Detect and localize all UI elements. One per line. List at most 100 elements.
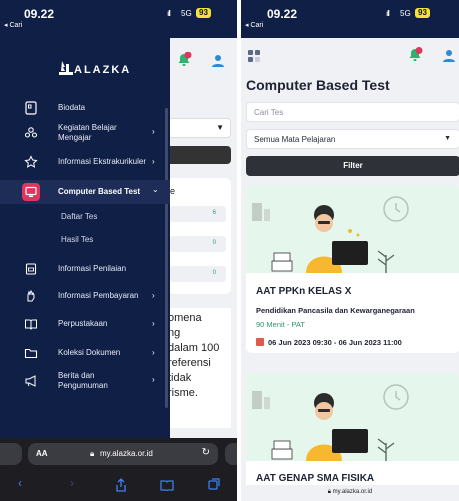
url-text: my.alazka.or.id xyxy=(100,449,153,458)
chevron-right-icon: › xyxy=(152,157,155,166)
menu-item-koleksi-dokumen[interactable]: Koleksi Dokumen › xyxy=(0,343,170,363)
text-line: omena xyxy=(168,312,202,324)
menu-item-kegiatan-belajar-mengajar[interactable]: Kegiatan Belajar Mengajar › xyxy=(0,120,170,146)
test-card[interactable]: AAT GENAP SMA FISIKA xyxy=(246,373,459,501)
book-icon xyxy=(25,319,37,330)
menu-item-label: Berita dan Pengumuman xyxy=(58,371,108,390)
id-card-icon xyxy=(25,101,37,115)
menu-item-label: Kegiatan Belajar Mengajar xyxy=(58,123,117,142)
folder-icon xyxy=(24,348,38,359)
menu-item-informasi-ekstrakurikuler[interactable]: Informasi Ekstrakurikuler › xyxy=(0,152,170,172)
menu-item-label: Biodata xyxy=(58,103,86,112)
background-button xyxy=(166,146,231,164)
bell-icon[interactable] xyxy=(407,47,423,63)
avatar[interactable] xyxy=(443,49,455,63)
network-label: 5G xyxy=(400,9,411,18)
subject-select[interactable]: Semua Mata Pelajaran ▼ xyxy=(246,129,459,149)
menu-item-berita-dan-pengumuman[interactable]: Berita dan Pengumuman › xyxy=(0,368,170,394)
chevron-down-icon: ⌄ xyxy=(152,185,159,194)
menu-item-informasi-pembayaran[interactable]: Informasi Pembayaran › xyxy=(0,286,170,306)
network-label: 5G xyxy=(181,9,192,18)
lock-icon: 🔒︎ xyxy=(90,449,95,458)
alazka-logo-icon xyxy=(59,61,73,75)
test-duration: 90 Menit - PAT xyxy=(256,320,305,329)
browser-toolbar: AA 🔒︎ my.alazka.or.id ↻ ‹ › xyxy=(0,438,237,501)
left-phone-screen: 09.22 ◂ Cari ıll 5G 93 ▼ e 6 0 0 omena n… xyxy=(0,0,237,501)
signal-icon: ıll xyxy=(167,9,171,18)
status-bar: 09.22 ◂ Cari ıll 5G 93 xyxy=(0,0,237,38)
stat-row: 0 xyxy=(170,236,226,252)
back-to-search-link[interactable]: ◂ Cari xyxy=(4,21,22,29)
menu-grid-icon[interactable] xyxy=(248,50,261,63)
status-time: 09.22 xyxy=(24,7,55,21)
menu-item-label: Koleksi Dokumen xyxy=(58,348,121,357)
text-line: risme. xyxy=(168,387,198,399)
people-icon xyxy=(24,127,38,138)
app-header xyxy=(241,38,459,70)
battery-icon: 93 xyxy=(196,8,211,18)
background-text-card: omena ng dalam 100 referensi tidak risme… xyxy=(166,308,231,428)
reload-icon[interactable]: ↻ xyxy=(202,447,210,458)
notification-button[interactable] xyxy=(176,51,192,73)
background-stat-card: e 6 0 0 xyxy=(166,178,231,294)
text-line: dalam 100 xyxy=(168,342,220,354)
student-laptop-illustration xyxy=(252,384,409,461)
status-time: 09.22 xyxy=(267,7,298,21)
test-illustration xyxy=(246,373,459,461)
signal-icon: ıll xyxy=(386,9,390,18)
background-select: ▼ xyxy=(166,118,231,138)
status-bar: 09.22 ◂ Cari ıll 5G 93 xyxy=(241,0,459,38)
avatar[interactable] xyxy=(212,54,224,68)
menu-item-biodata[interactable]: Biodata xyxy=(0,98,170,118)
back-to-search-link[interactable]: ◂ Cari xyxy=(245,21,263,29)
stat-row: 6 xyxy=(170,206,226,222)
previous-tab[interactable] xyxy=(0,443,22,465)
tabs-icon[interactable] xyxy=(208,478,221,491)
bookmarks-icon[interactable] xyxy=(160,479,174,491)
forward-arrow-icon[interactable]: › xyxy=(70,476,74,490)
chevron-right-icon: › xyxy=(152,291,155,300)
app-logo: ALAZKA xyxy=(58,60,138,80)
test-name: AAT GENAP SMA FISIKA xyxy=(256,473,375,484)
chevron-right-icon: › xyxy=(152,319,155,328)
footer-url: 🔒︎ my.alazka.or.id xyxy=(241,485,459,501)
menu-item-perpustakaan[interactable]: Perpustakaan › xyxy=(0,314,170,334)
test-subject: Pendidikan Pancasila dan Kewarganegaraan xyxy=(256,306,415,315)
chevron-down-icon: ▼ xyxy=(444,135,451,142)
menu-item-informasi-penilaian[interactable]: Informasi Penilaian xyxy=(0,259,170,279)
address-bar[interactable]: AA 🔒︎ my.alazka.or.id ↻ xyxy=(28,443,218,465)
grade-icon xyxy=(25,263,37,275)
navigation-drawer: ALAZKA Biodata Kegiatan Belajar Mengajar… xyxy=(0,38,170,438)
url-text: my.alazka.or.id xyxy=(332,489,373,495)
test-name: AAT PPKn KELAS X xyxy=(256,286,352,297)
text-line: tidak xyxy=(168,372,192,384)
menu-item-computer-based-test[interactable]: Computer Based Test ⌄ xyxy=(0,180,170,204)
chevron-right-icon: › xyxy=(152,348,155,357)
menu-item-label: Informasi Penilaian xyxy=(58,264,127,273)
bell-icon xyxy=(178,51,192,66)
menu-item-label: Computer Based Test xyxy=(58,187,141,196)
submenu-item-hasil-tes[interactable]: Hasil Tes xyxy=(61,235,93,244)
test-card[interactable]: AAT PPKn KELAS X Pendidikan Pancasila da… xyxy=(246,185,459,353)
subject-select-value: Semua Mata Pelajaran xyxy=(254,135,336,144)
menu-item-label: Informasi Ekstrakurikuler xyxy=(58,157,147,166)
menu-item-label: Perpustakaan xyxy=(58,319,108,328)
next-tab[interactable] xyxy=(225,443,237,465)
filter-button[interactable]: Filter xyxy=(246,156,459,176)
chevron-right-icon: › xyxy=(152,375,155,384)
back-arrow-icon[interactable]: ‹ xyxy=(18,476,22,490)
right-phone-screen: 09.22 ◂ Cari ıll 5G 93 Computer Based Te… xyxy=(241,0,459,501)
submenu-item-daftar-tes[interactable]: Daftar Tes xyxy=(61,212,97,221)
menu-item-label: Informasi Pembayaran xyxy=(58,291,139,300)
brand-name: ALAZKA xyxy=(74,64,132,76)
test-illustration xyxy=(246,185,459,273)
student-laptop-illustration xyxy=(252,196,409,273)
share-icon[interactable] xyxy=(115,478,127,492)
search-input[interactable]: Cari Tes xyxy=(246,102,459,122)
calendar-icon xyxy=(256,338,264,346)
megaphone-icon xyxy=(25,375,36,387)
battery-icon: 93 xyxy=(415,8,430,18)
text-size-button[interactable]: AA xyxy=(36,449,48,458)
hand-icon xyxy=(27,289,35,302)
test-date: 06 Jun 2023 09:30 - 06 Jun 2023 11:00 xyxy=(268,338,402,347)
